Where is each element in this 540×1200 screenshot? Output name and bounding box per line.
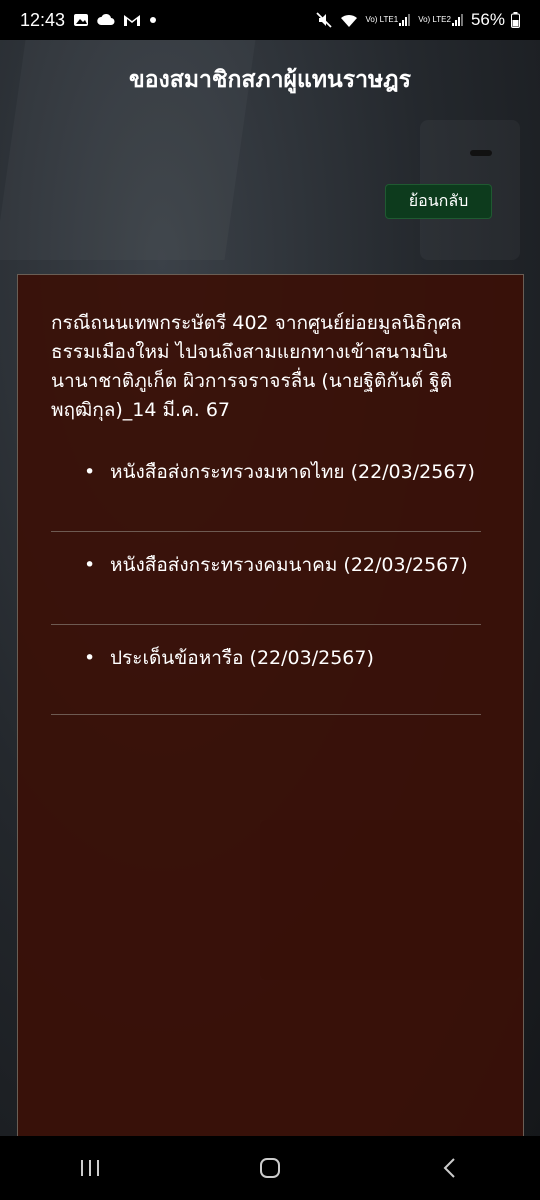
recent-apps-button[interactable] — [60, 1148, 120, 1188]
document-link[interactable]: • ประเด็นข้อหารือ (22/03/2567) — [51, 643, 481, 674]
battery-percent: 56% — [470, 10, 505, 29]
home-button[interactable] — [240, 1148, 300, 1188]
list-item: • หนังสือส่งกระทรวงคมนาคม (22/03/2567) — [51, 532, 481, 625]
topic-title: กรณีถนนเทพกระษัตรี 402 จากศูนย์ย่อยมูลนิ… — [51, 312, 462, 421]
document-link[interactable]: • หนังสือส่งกระทรวงมหาดไทย (22/03/2567) — [51, 457, 481, 488]
signal-lte1-icon: Vo) LTE1 — [365, 13, 412, 27]
background-decor — [470, 150, 492, 156]
document-link[interactable]: • หนังสือส่งกระทรวงคมนาคม (22/03/2567) — [51, 550, 481, 581]
notification-dot-icon — [149, 16, 157, 24]
page-title: ของสมาชิกสภาผู้แทนราษฎร — [129, 67, 411, 93]
gmail-icon — [123, 13, 141, 27]
bullet-icon: • — [84, 461, 96, 483]
battery-icon — [511, 12, 520, 28]
document-list: • หนังสือส่งกระทรวงมหาดไทย (22/03/2567) •… — [51, 439, 481, 715]
document-link-label: ประเด็นข้อหารือ (22/03/2567) — [110, 647, 374, 669]
mute-icon — [315, 11, 333, 29]
recent-apps-icon — [81, 1160, 99, 1176]
wifi-icon — [339, 12, 359, 28]
document-link-label: หนังสือส่งกระทรวงมหาดไทย (22/03/2567) — [110, 461, 475, 483]
system-nav-bar — [0, 1136, 540, 1200]
back-arrow-icon — [443, 1158, 455, 1178]
status-time: 12:43 — [20, 9, 66, 30]
back-nav-button[interactable] — [420, 1148, 480, 1188]
list-item: • หนังสือส่งกระทรวงมหาดไทย (22/03/2567) — [51, 439, 481, 532]
status-bar: 12:43 Vo) LTE1 Vo) LTE2 56% — [0, 0, 540, 40]
gallery-icon — [73, 12, 89, 28]
bullet-icon: • — [84, 647, 96, 669]
document-link-label: หนังสือส่งกระทรวงคมนาคม (22/03/2567) — [110, 554, 468, 576]
signal-lte2-icon: Vo) LTE2 — [418, 13, 465, 27]
cloud-sync-icon — [97, 12, 115, 28]
list-item: • ประเด็นข้อหารือ (22/03/2567) — [51, 625, 481, 715]
content-panel: กรณีถนนเทพกระษัตรี 402 จากศูนย์ย่อยมูลนิ… — [17, 274, 524, 1144]
back-button[interactable]: ย้อนกลับ — [385, 184, 492, 219]
home-icon — [260, 1158, 280, 1178]
bullet-icon: • — [84, 554, 96, 576]
